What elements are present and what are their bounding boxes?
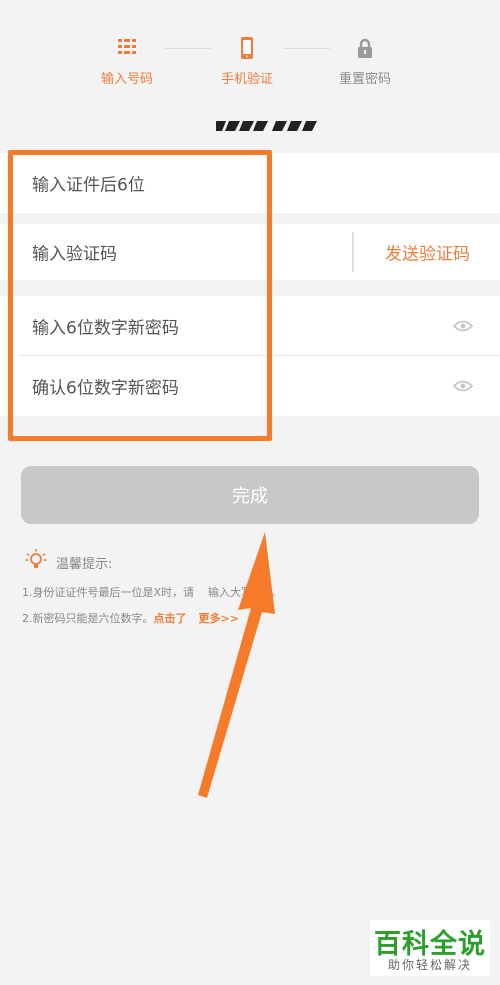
step-input-number: 输入号码 [72, 36, 182, 87]
annotation-highlight-box [8, 150, 272, 441]
step-phone-verify: 手机验证 [192, 36, 302, 87]
lock-icon [358, 38, 372, 58]
step-indicator: 输入号码 手机验证 重置密码 [0, 36, 500, 96]
brand-watermark: 百科全说 助你轻松解决 [370, 920, 490, 976]
step-reset-password: 重置密码 [310, 36, 420, 87]
eye-icon[interactable] [453, 380, 473, 392]
annotation-arrow [198, 532, 275, 798]
tips-title: 温馨提示: [56, 557, 113, 572]
redaction-mark [216, 121, 317, 131]
step-label: 重置密码 [338, 72, 391, 87]
phone-icon [241, 37, 253, 59]
vertical-divider [352, 232, 354, 272]
step-label: 手机验证 [220, 72, 273, 87]
submit-button[interactable]: 完成 [21, 466, 479, 524]
eye-icon[interactable] [453, 320, 473, 332]
learn-more-link[interactable]: 点击了 [154, 612, 187, 625]
step-label: 输入号码 [100, 72, 153, 87]
tip-line-1-text: 1.身份证证件号最后一位是X时，请 [22, 586, 195, 599]
tip-line-2-text: 2.新密码只能是六位数字。 [22, 612, 154, 625]
send-code-button[interactable]: 发送验证码 [385, 240, 470, 265]
id-card-icon [118, 38, 136, 58]
lightbulb-icon [25, 549, 47, 568]
brand-slogan: 助你轻松解决 [387, 958, 472, 972]
